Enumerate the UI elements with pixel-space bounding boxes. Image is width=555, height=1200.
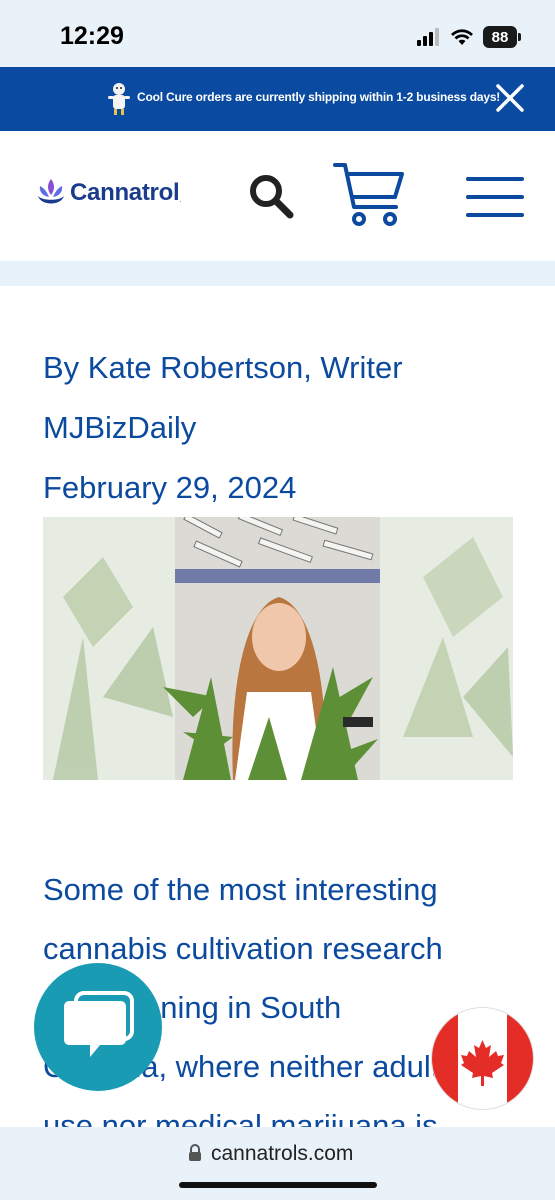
status-time: 12:29 — [60, 22, 124, 50]
announcement-text: Cool Cure orders are currently shipping … — [137, 90, 501, 104]
site-logo[interactable]: Cannatrol . — [36, 176, 181, 210]
header-sub-band — [0, 261, 555, 286]
announcement-bar: Cool Cure orders are currently shipping … — [0, 67, 555, 131]
mascot-icon — [108, 83, 130, 115]
chat-button[interactable] — [34, 963, 162, 1091]
canada-flag-icon — [432, 1008, 533, 1109]
article-hero-image — [43, 517, 513, 780]
search-icon[interactable] — [246, 171, 296, 221]
site-header: Cannatrol . — [0, 131, 555, 261]
signal-icon — [417, 28, 439, 46]
logo-icon — [38, 179, 64, 204]
lock-icon — [189, 1144, 201, 1161]
browser-url-bar[interactable]: cannatrols.com — [0, 1127, 555, 1200]
status-bar: 12:29 88 — [0, 0, 555, 67]
article-author: By Kate Robertson, Writer — [43, 350, 403, 385]
cart-icon[interactable] — [332, 161, 406, 229]
article-source: MJBizDaily — [43, 410, 197, 445]
menu-icon[interactable] — [466, 175, 524, 219]
article-line: use nor medical marijuana is — [43, 1108, 438, 1130]
logo-tm: . — [179, 197, 182, 204]
wifi-icon — [451, 29, 473, 45]
chat-icon — [64, 991, 134, 1057]
logo-text: Cannatrol — [70, 179, 180, 206]
article-date: February 29, 2024 — [43, 470, 297, 505]
url-text[interactable]: cannatrols.com — [211, 1142, 353, 1166]
home-indicator[interactable] — [179, 1182, 377, 1188]
status-icons: 88 — [417, 24, 521, 50]
article-line: Some of the most interesting — [43, 872, 438, 907]
country-selector[interactable] — [432, 1008, 533, 1109]
battery-icon: 88 — [483, 26, 521, 48]
close-icon[interactable] — [494, 82, 526, 114]
